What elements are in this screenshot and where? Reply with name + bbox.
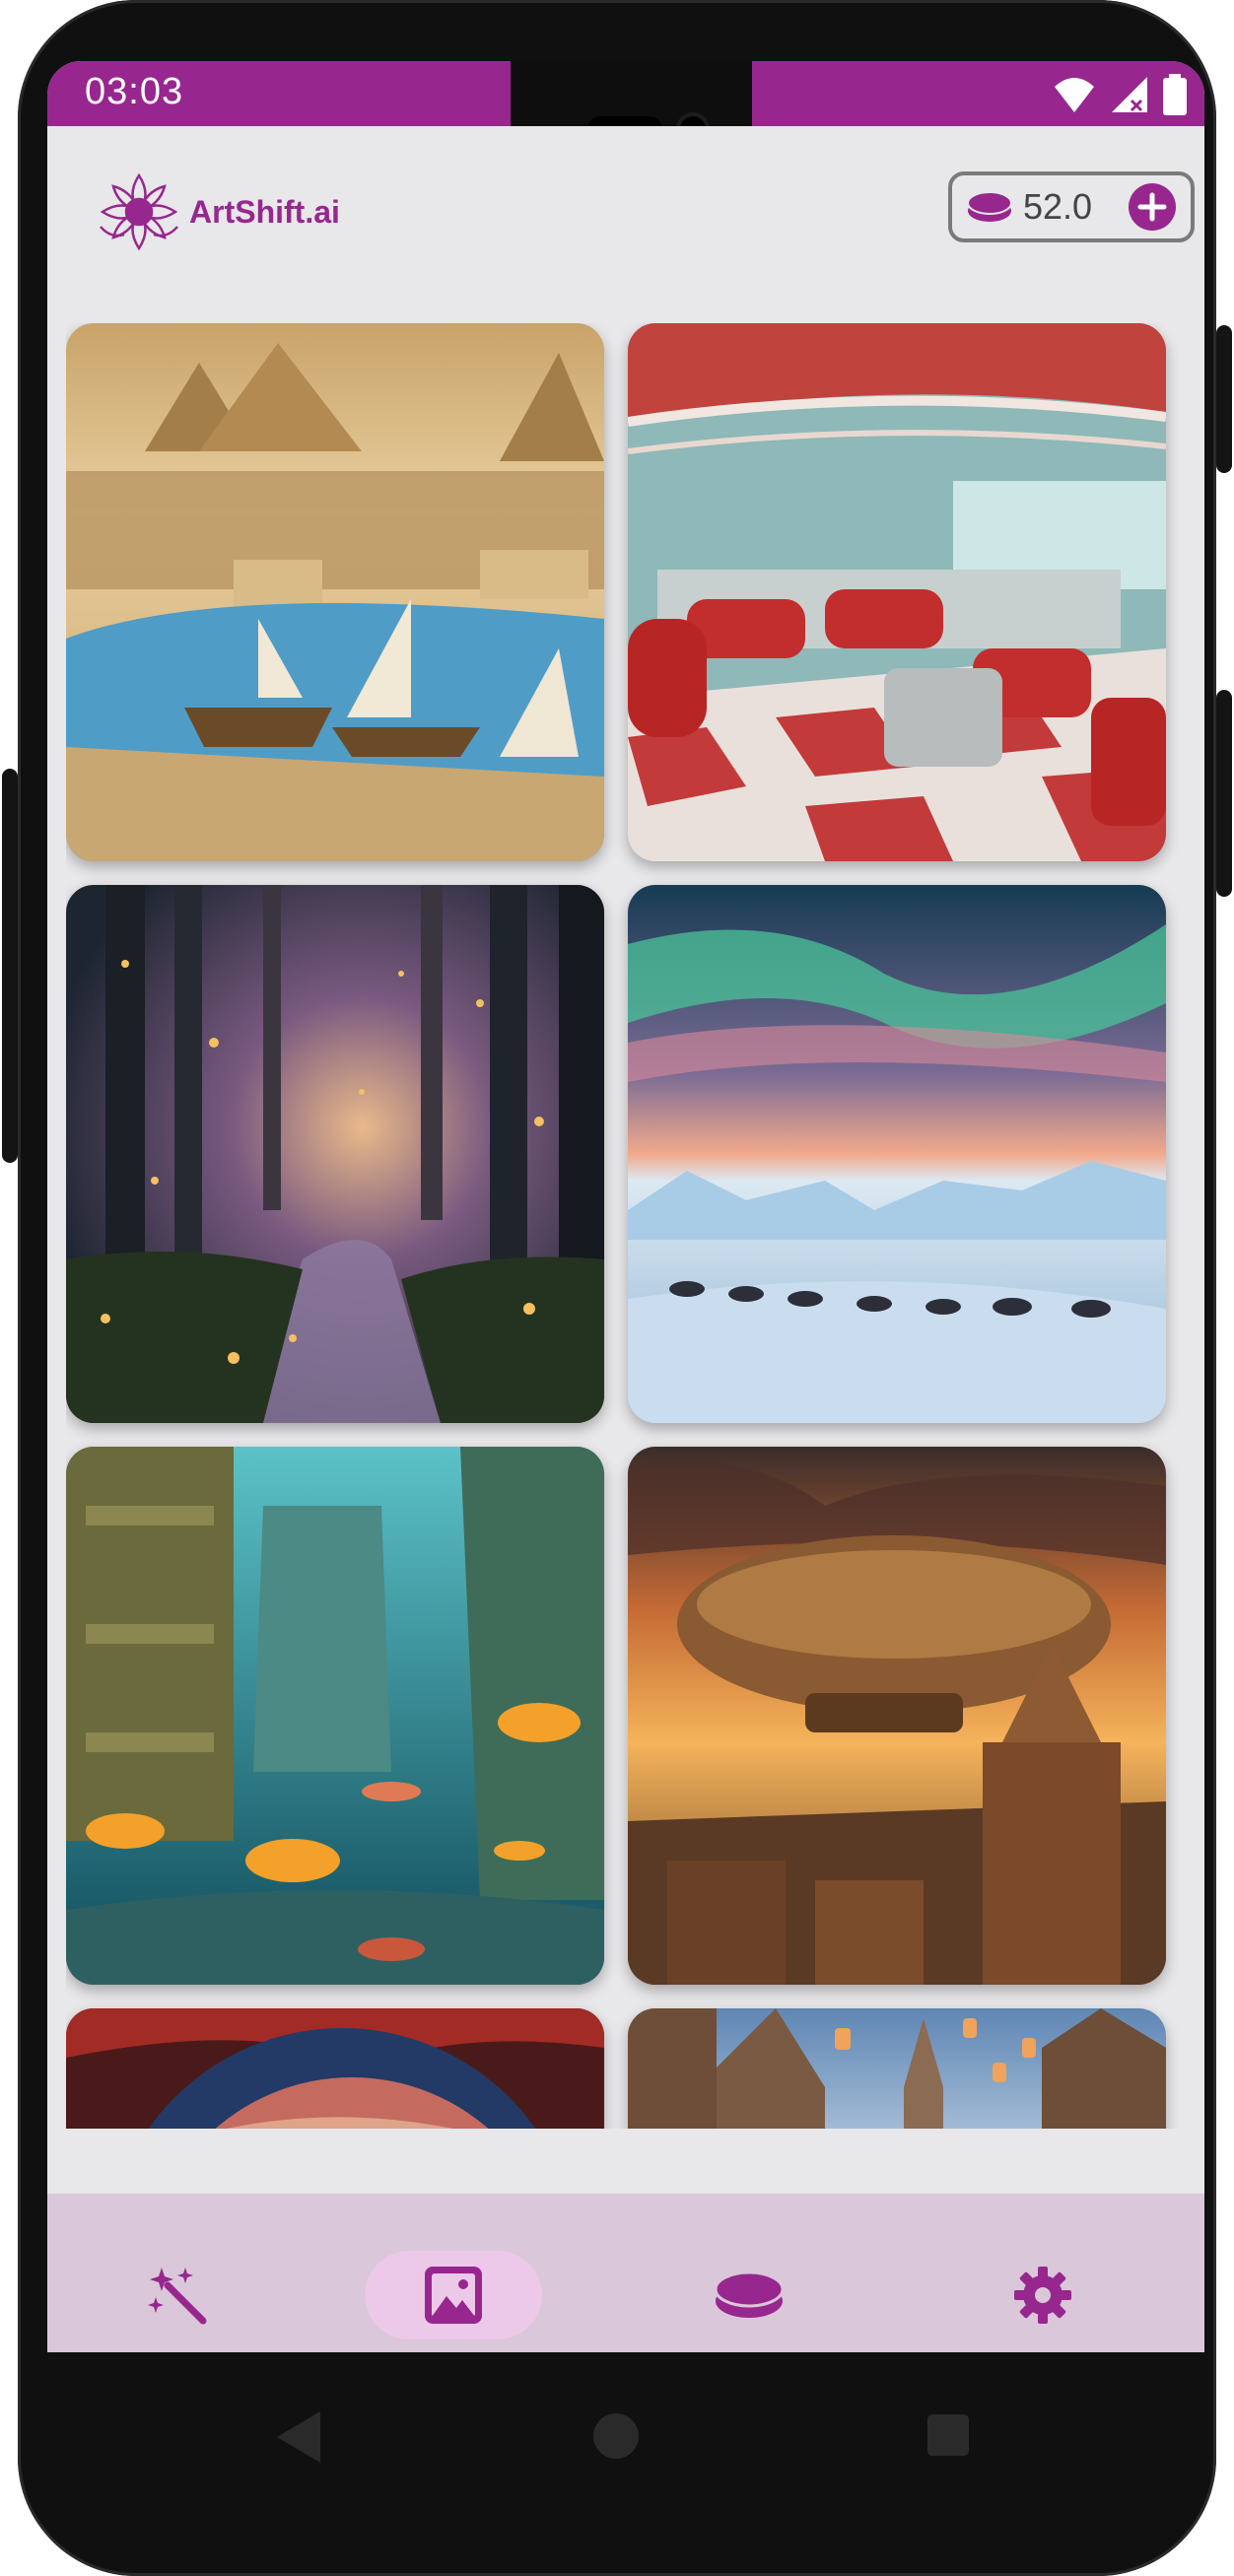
gear-icon	[1014, 2267, 1071, 2324]
nav-settings[interactable]	[954, 2251, 1131, 2339]
tile-steampunk-airship[interactable]	[628, 1447, 1166, 1985]
credits-amount: 52.0	[1023, 186, 1093, 227]
volume-button	[2, 769, 18, 1163]
tile-aurora-sled-dogs[interactable]	[628, 885, 1166, 1423]
coin-icon	[714, 2271, 785, 2318]
nav-gallery[interactable]	[365, 2251, 542, 2339]
side-button	[1216, 690, 1232, 897]
bottom-navigation	[47, 2194, 1204, 2352]
coin-stack-icon	[967, 191, 1012, 222]
magic-wand-icon	[148, 2268, 207, 2325]
lotus-logo-icon	[100, 172, 178, 251]
nav-create[interactable]	[89, 2251, 266, 2339]
tile-egypt-pyramids-nile[interactable]	[66, 323, 604, 861]
wifi-icon	[1055, 78, 1094, 112]
credits-badge[interactable]: 52.0	[948, 171, 1195, 242]
app-name: ArtShift.ai	[189, 193, 340, 230]
tile-underwater-ruins[interactable]	[66, 1447, 604, 1985]
tile-lantern-village[interactable]	[628, 2008, 1166, 2129]
battery-icon	[1163, 74, 1187, 115]
app-header: ArtShift.ai 52.0	[47, 126, 1204, 313]
recent-apps-icon[interactable]	[927, 2414, 969, 2456]
status-time: 03:03	[85, 71, 184, 112]
back-icon[interactable]	[277, 2411, 320, 2463]
power-button	[1216, 325, 1232, 473]
app-content: ArtShift.ai 52.0	[47, 126, 1204, 2352]
plus-circle-icon[interactable]	[1128, 182, 1177, 232]
home-icon[interactable]	[593, 2413, 639, 2459]
signal-icon	[1112, 77, 1147, 112]
gallery-grid	[66, 323, 1186, 2129]
screen: 03:03 ArtShift.ai 52.0	[47, 61, 1204, 2352]
image-icon	[425, 2267, 482, 2324]
tile-enchanted-forest[interactable]	[66, 885, 604, 1423]
phone-frame: 03:03 ArtShift.ai 52.0	[2, 0, 1232, 2576]
nav-credits[interactable]	[660, 2251, 838, 2339]
system-navigation-bar	[65, 2352, 1204, 2530]
tile-retro-diner[interactable]	[628, 323, 1166, 861]
app-logo: ArtShift.ai	[95, 168, 340, 256]
tile-space-planet[interactable]	[66, 2008, 604, 2129]
